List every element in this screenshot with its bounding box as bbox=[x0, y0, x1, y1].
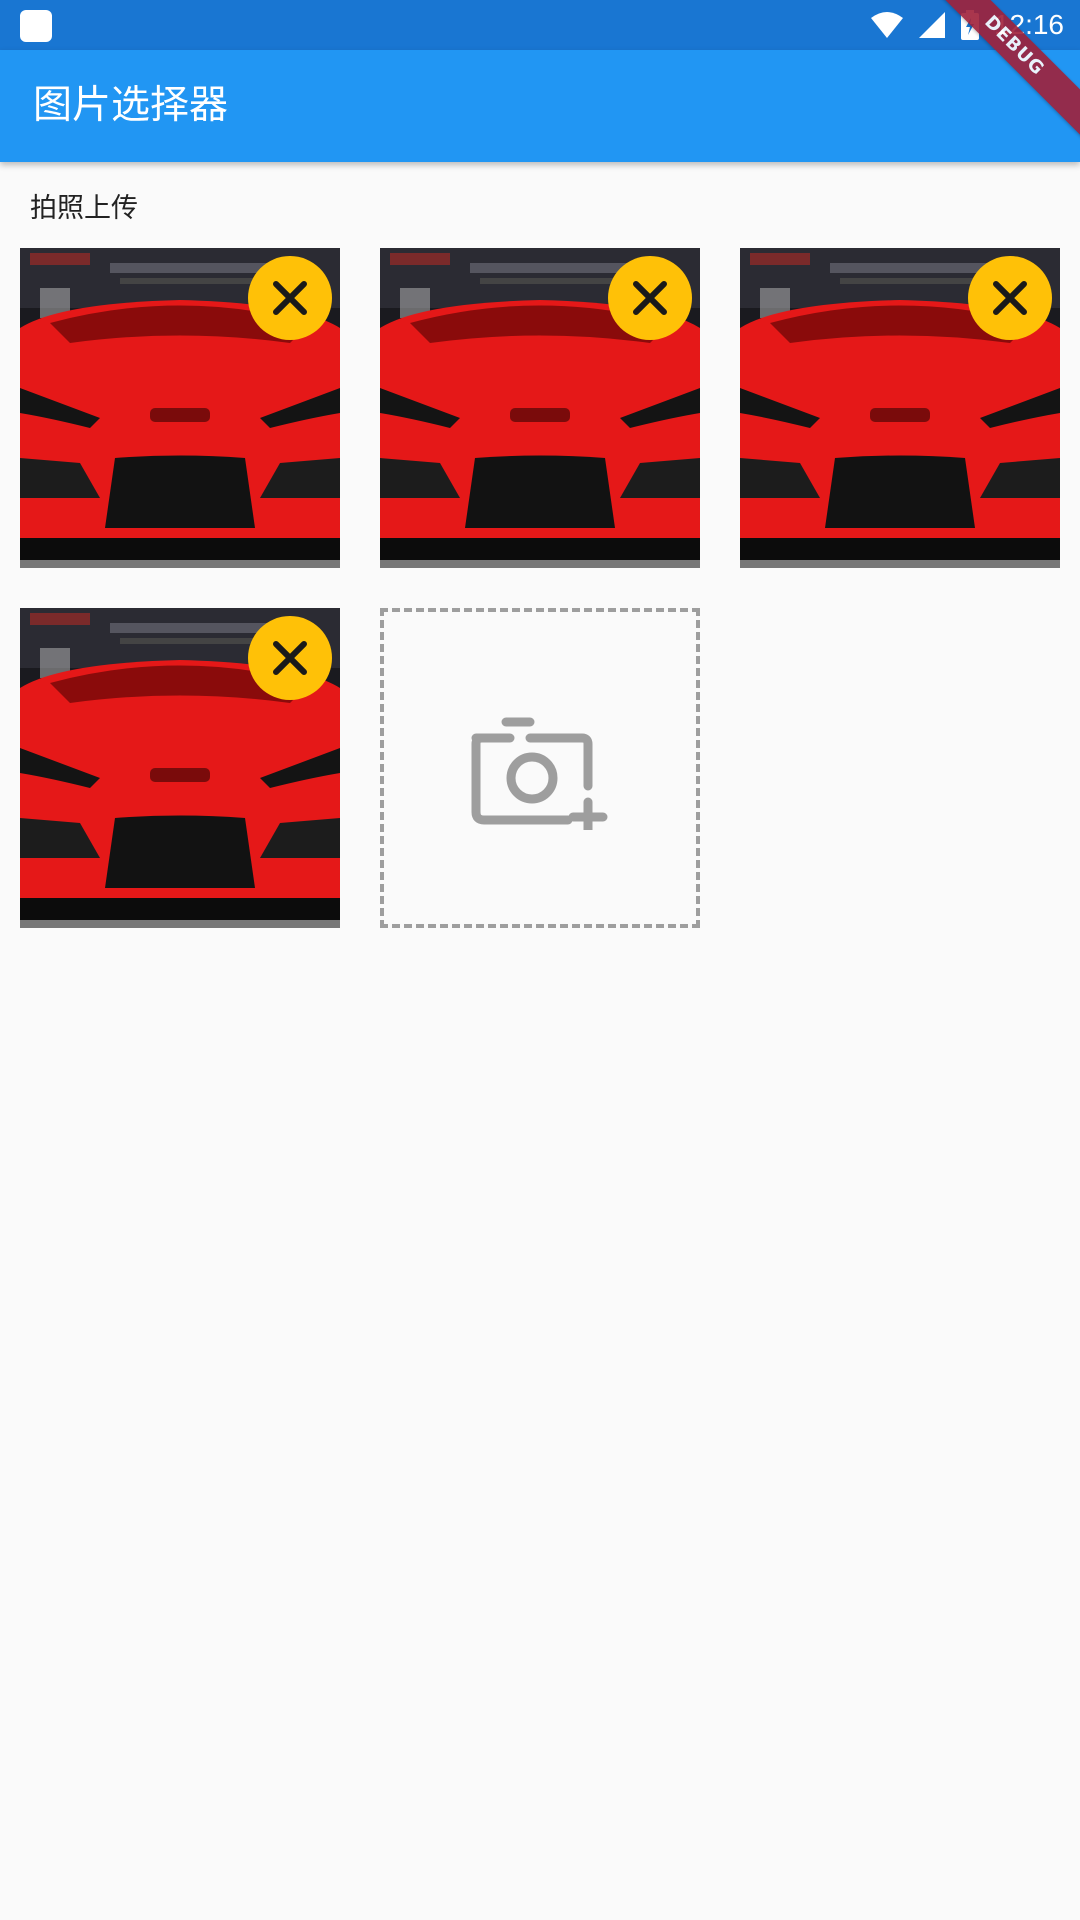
wifi-icon bbox=[870, 12, 903, 38]
photo-tile[interactable] bbox=[740, 248, 1060, 568]
close-icon bbox=[273, 641, 307, 675]
app-notification-icon bbox=[20, 10, 52, 42]
signal-icon bbox=[918, 12, 945, 38]
photo-tile[interactable] bbox=[20, 608, 340, 928]
add-photo-button[interactable] bbox=[380, 608, 700, 928]
delete-photo-button[interactable] bbox=[968, 256, 1052, 340]
status-bar: 12:16 bbox=[0, 0, 1080, 50]
delete-photo-button[interactable] bbox=[608, 256, 692, 340]
photo-tile[interactable] bbox=[20, 248, 340, 568]
close-icon bbox=[993, 281, 1027, 315]
app-bar: 图片选择器 bbox=[0, 50, 1080, 162]
delete-photo-button[interactable] bbox=[248, 616, 332, 700]
close-icon bbox=[273, 281, 307, 315]
app-title: 图片选择器 bbox=[33, 83, 229, 128]
close-icon bbox=[633, 281, 667, 315]
delete-photo-button[interactable] bbox=[248, 256, 332, 340]
add-photo-camera-icon bbox=[471, 717, 608, 830]
photo-tile[interactable] bbox=[380, 248, 700, 568]
section-label: 拍照上传 bbox=[30, 193, 138, 224]
